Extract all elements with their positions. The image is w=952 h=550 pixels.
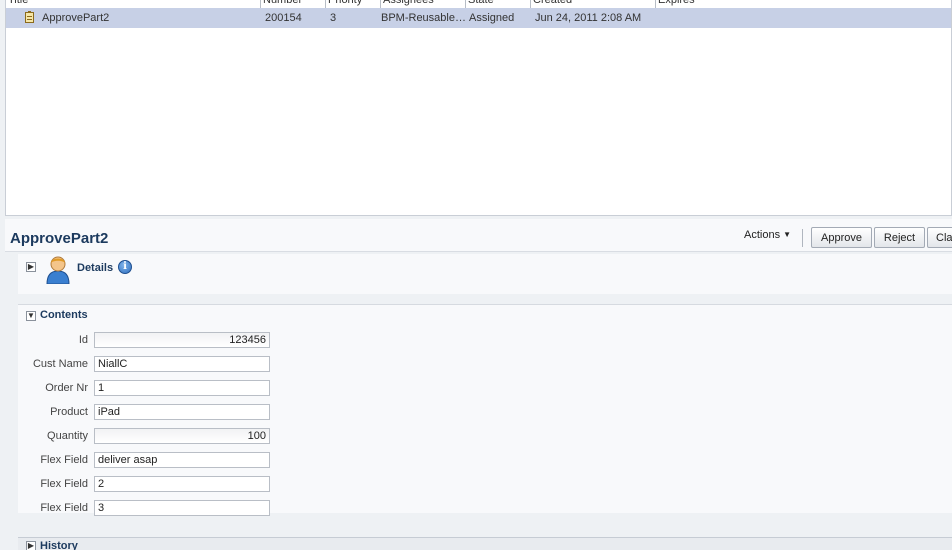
product-field[interactable]	[94, 404, 270, 420]
actions-menu[interactable]: Actions ▼	[744, 229, 791, 241]
details-section: ▶ Details i	[18, 254, 952, 294]
claim-button[interactable]: Claim	[927, 227, 952, 248]
task-row[interactable]: ApprovePart2 200154 3 BPM-Reusable… Assi…	[6, 8, 951, 28]
history-section: ▶ History	[18, 537, 952, 550]
field-label-flex-field-1: Flex Field	[40, 454, 88, 466]
field-label-quantity: Quantity	[47, 430, 88, 442]
task-state: Assigned	[469, 12, 515, 24]
task-icon	[25, 11, 34, 23]
flex-field-2[interactable]	[94, 476, 270, 492]
field-label-product: Product	[50, 406, 88, 418]
contents-section-label[interactable]: Contents	[40, 309, 88, 321]
info-icon[interactable]: i	[118, 260, 132, 274]
field-label-cust-name: Cust Name	[32, 358, 88, 370]
quantity-field[interactable]	[94, 428, 270, 444]
toolbar-separator	[802, 229, 803, 247]
field-label-flex-field-2: Flex Field	[40, 478, 88, 490]
actions-menu-label: Actions	[744, 229, 781, 241]
field-label-flex-field-3: Flex Field	[40, 502, 88, 514]
details-section-label[interactable]: Details	[77, 262, 113, 274]
task-assignees: BPM-Reusable…	[381, 12, 465, 24]
page-title: ApprovePart2	[10, 230, 109, 247]
chevron-down-icon: ▼	[783, 230, 791, 239]
id-field[interactable]	[94, 332, 270, 348]
reject-button[interactable]: Reject	[874, 227, 925, 248]
disclosure-collapsed-icon[interactable]: ▶	[26, 262, 36, 272]
task-expires	[656, 8, 774, 28]
column-header-priority[interactable]: Priority	[325, 0, 380, 8]
flex-field-1[interactable]	[94, 452, 270, 468]
person-icon	[46, 256, 70, 284]
column-header-expires[interactable]: Expires	[655, 0, 775, 8]
column-header-number[interactable]: Number	[260, 0, 325, 8]
field-label-order-nr: Order Nr	[45, 382, 88, 394]
field-label-id: Id	[78, 334, 88, 346]
cust-name-field[interactable]	[94, 356, 270, 372]
column-header-assignees[interactable]: Assignees	[380, 0, 465, 8]
task-priority: 3	[330, 12, 337, 24]
task-title[interactable]: ApprovePart2	[42, 8, 257, 28]
column-header-title[interactable]: Title	[6, 0, 260, 8]
flex-field-3[interactable]	[94, 500, 270, 516]
task-created: Jun 24, 2011 2:08 AM	[535, 12, 642, 24]
task-detail-header: ApprovePart2 Actions ▼ Approve Reject Cla…	[5, 219, 952, 252]
column-header-created[interactable]: Created	[530, 0, 655, 8]
approve-button[interactable]: Approve	[811, 227, 872, 248]
task-list-column-header: Title Number Priority Assignees State Cr…	[6, 0, 951, 8]
task-number: 200154	[265, 12, 302, 24]
task-list-table: Title Number Priority Assignees State Cr…	[5, 0, 952, 216]
order-nr-field[interactable]	[94, 380, 270, 396]
disclosure-expanded-icon[interactable]: ▼	[26, 311, 36, 321]
contents-section: ▼ Contents Id Cust Name Order Nr Product…	[18, 304, 952, 516]
column-header-state[interactable]: State	[465, 0, 530, 8]
